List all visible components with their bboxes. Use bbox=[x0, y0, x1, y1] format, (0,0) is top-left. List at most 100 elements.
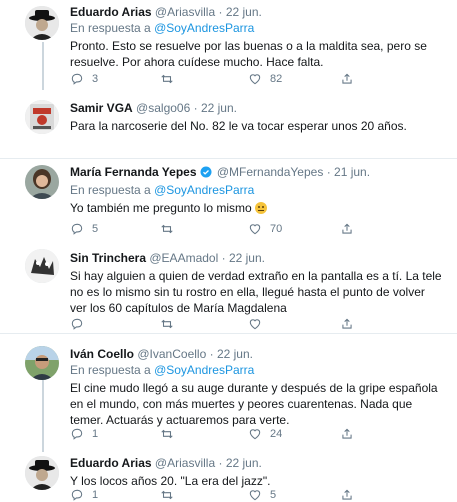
reply-button[interactable]: 1 bbox=[70, 427, 98, 441]
retweet-button[interactable] bbox=[160, 72, 182, 86]
reply-prefix: En respuesta a bbox=[70, 21, 151, 35]
separator-dot: · bbox=[218, 456, 223, 470]
like-button[interactable]: 24 bbox=[248, 427, 282, 441]
retweet-icon bbox=[161, 319, 173, 329]
separator-dot: · bbox=[209, 347, 214, 361]
author-name[interactable]: Iván Coello bbox=[70, 347, 134, 361]
author-handle[interactable]: @salgo06 bbox=[136, 101, 190, 115]
share-button[interactable] bbox=[340, 488, 354, 502]
reply-prefix: En respuesta a bbox=[70, 183, 151, 197]
reply-thread: Eduardo Arias @Ariasvilla · 22 jun. En r… bbox=[0, 0, 457, 502]
author-handle[interactable]: @EAAmadol bbox=[149, 251, 218, 265]
reply-icon bbox=[71, 428, 83, 440]
share-button[interactable] bbox=[340, 72, 354, 86]
reply-context: En respuesta a @SoyAndresParra bbox=[70, 183, 443, 198]
reply-mention-link[interactable]: @SoyAndresParra bbox=[154, 21, 254, 35]
retweet-button[interactable] bbox=[160, 222, 182, 236]
tweet-actions: 1 5 bbox=[70, 488, 410, 502]
like-button[interactable]: 70 bbox=[248, 222, 282, 236]
reply-context: En respuesta a @SoyAndresParra bbox=[70, 363, 443, 378]
avatar[interactable] bbox=[25, 249, 59, 283]
like-count: 82 bbox=[270, 73, 283, 85]
tweet-text-container: Yo también me pregunto lo mismo bbox=[70, 200, 443, 216]
share-icon bbox=[342, 223, 352, 234]
like-button[interactable]: 82 bbox=[248, 72, 282, 86]
reply-context: En respuesta a @SoyAndresParra bbox=[70, 21, 443, 36]
like-count: 70 bbox=[270, 223, 283, 235]
avatar[interactable] bbox=[25, 165, 59, 199]
author-name[interactable]: Samir VGA bbox=[70, 101, 133, 115]
tweet-date[interactable]: 22 jun. bbox=[226, 456, 262, 470]
tweet-date[interactable]: 22 jun. bbox=[201, 101, 237, 115]
heart-icon bbox=[249, 319, 261, 330]
tweet-text: Pronto. Esto se resuelve por las buenas … bbox=[70, 39, 427, 69]
avatar[interactable] bbox=[25, 456, 59, 490]
author-name[interactable]: María Fernanda Yepes bbox=[70, 165, 197, 179]
tweet-date[interactable]: 22 jun. bbox=[217, 347, 253, 361]
retweet-icon bbox=[161, 490, 173, 500]
thinking-face-emoji bbox=[255, 202, 267, 214]
like-count: 24 bbox=[270, 428, 283, 440]
reply-button[interactable]: 5 bbox=[70, 222, 98, 236]
share-button[interactable] bbox=[340, 222, 354, 236]
heart-icon bbox=[249, 490, 261, 501]
separator-dot: · bbox=[326, 165, 331, 179]
share-button[interactable] bbox=[340, 317, 354, 331]
heart-icon bbox=[249, 429, 261, 440]
tweet[interactable]: Eduardo Arias @Ariasvilla · 22 jun. En r… bbox=[0, 0, 457, 96]
author-handle[interactable]: @IvanCoello bbox=[137, 347, 206, 361]
tweet-date[interactable]: 21 jun. bbox=[334, 165, 370, 179]
separator-dot: · bbox=[218, 5, 223, 19]
reply-icon bbox=[71, 489, 83, 501]
share-icon bbox=[342, 428, 352, 439]
author-handle[interactable]: @MFernandaYepes bbox=[217, 165, 323, 179]
tweet-text: Para la narcoserie del No. 82 le va toca… bbox=[70, 119, 407, 133]
heart-icon bbox=[249, 74, 261, 85]
tweet[interactable]: Eduardo Arias @Ariasvilla · 22 jun. Y lo… bbox=[0, 450, 457, 502]
share-icon bbox=[342, 73, 352, 84]
author-name[interactable]: Eduardo Arias bbox=[70, 5, 152, 19]
avatar[interactable] bbox=[25, 100, 59, 134]
retweet-button[interactable] bbox=[160, 317, 182, 331]
like-button[interactable]: 5 bbox=[248, 488, 276, 502]
reply-icon bbox=[71, 318, 83, 330]
reply-mention-link[interactable]: @SoyAndresParra bbox=[154, 363, 254, 377]
share-button[interactable] bbox=[340, 427, 354, 441]
retweet-icon bbox=[161, 429, 173, 439]
retweet-button[interactable] bbox=[160, 488, 182, 502]
share-icon bbox=[342, 489, 352, 500]
reply-icon bbox=[71, 73, 83, 85]
verified-badge-icon bbox=[200, 166, 212, 182]
tweet-text: Si hay alguien a quien de verdad extraño… bbox=[70, 269, 442, 315]
tweet-text: Yo también me pregunto lo mismo bbox=[70, 201, 252, 215]
author-handle[interactable]: @Ariasvilla bbox=[155, 5, 215, 19]
reply-button[interactable]: 3 bbox=[70, 72, 98, 86]
reply-mention-link[interactable]: @SoyAndresParra bbox=[154, 183, 254, 197]
avatar[interactable] bbox=[25, 6, 59, 40]
author-handle[interactable]: @Ariasvilla bbox=[155, 456, 215, 470]
tweet[interactable]: María Fernanda Yepes @MFernandaYepes · 2… bbox=[0, 159, 457, 241]
reply-count: 5 bbox=[92, 223, 99, 235]
author-name[interactable]: Sin Trinchera bbox=[70, 251, 146, 265]
avatar[interactable] bbox=[25, 346, 59, 380]
separator-dot: · bbox=[221, 251, 226, 265]
tweet-text: El cine mudo llegó a su auge durante y d… bbox=[70, 381, 438, 427]
like-button[interactable] bbox=[248, 317, 270, 331]
tweet-actions bbox=[70, 317, 410, 333]
reply-button[interactable]: 1 bbox=[70, 488, 98, 502]
tweet[interactable]: Sin Trinchera @EAAmadol · 22 jun. Si hay… bbox=[0, 241, 457, 333]
tweet-date[interactable]: 22 jun. bbox=[226, 5, 262, 19]
retweet-button[interactable] bbox=[160, 427, 182, 441]
separator-dot: · bbox=[193, 101, 198, 115]
tweet[interactable]: Iván Coello @IvanCoello · 22 jun. En res… bbox=[0, 334, 457, 450]
tweet-actions: 3 82 bbox=[70, 72, 410, 88]
reply-button[interactable] bbox=[70, 317, 92, 331]
tweet-date[interactable]: 22 jun. bbox=[229, 251, 265, 265]
reply-count: 1 bbox=[92, 428, 99, 440]
tweet[interactable]: Samir VGA @salgo06 · 22 jun. Para la nar… bbox=[0, 96, 457, 158]
reply-count: 3 bbox=[92, 73, 99, 85]
reply-prefix: En respuesta a bbox=[70, 363, 151, 377]
like-count: 5 bbox=[270, 489, 277, 501]
reply-count: 1 bbox=[92, 489, 99, 501]
author-name[interactable]: Eduardo Arias bbox=[70, 456, 152, 470]
